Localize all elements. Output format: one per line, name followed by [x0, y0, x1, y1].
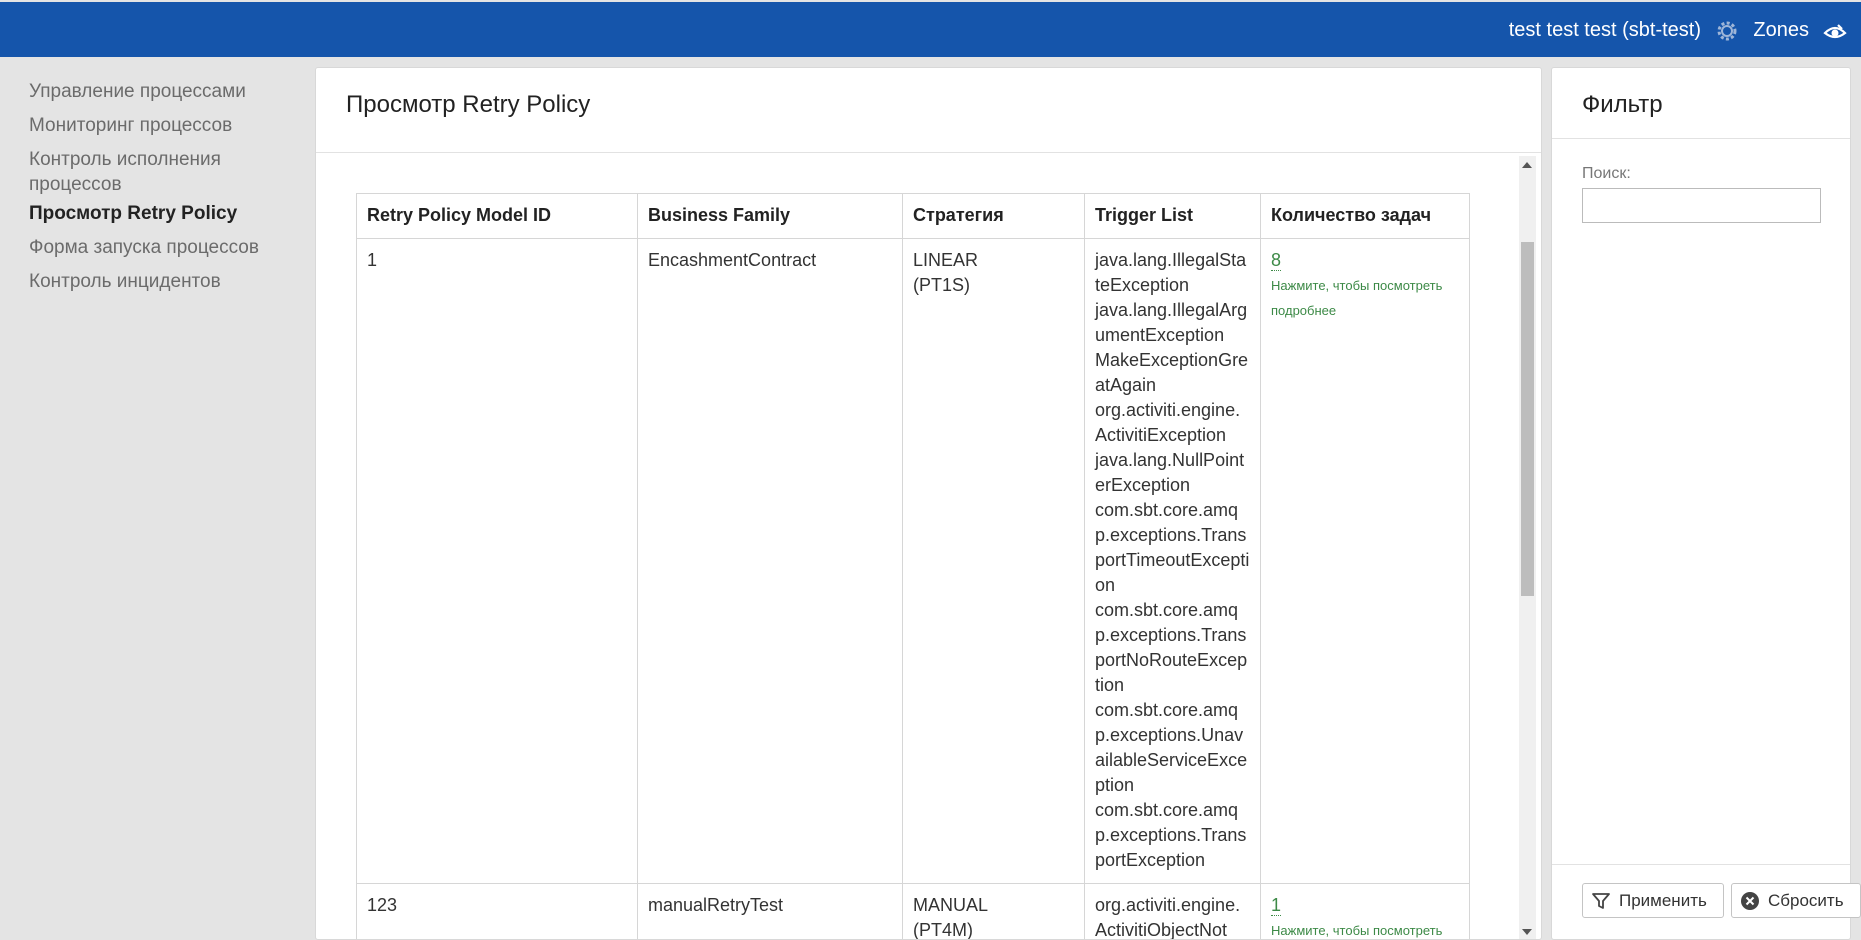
sidebar-item-retry-policy[interactable]: Просмотр Retry Policy: [29, 201, 299, 226]
gear-icon[interactable]: [1716, 20, 1738, 42]
trigger-item: com.sbt.core.amqp.exceptions.TransportTi…: [1095, 500, 1250, 595]
trigger-item: org.activiti.engine.ActivitiException: [1095, 400, 1241, 445]
page-title: Просмотр Retry Policy: [346, 91, 591, 118]
strategy-param: (PT4M): [913, 920, 973, 940]
trigger-item: com.sbt.core.amqp.exceptions.TransportNo…: [1095, 600, 1248, 695]
column-header-id[interactable]: Retry Policy Model ID: [356, 193, 638, 239]
main-panel: Просмотр Retry Policy Retry Policy Model…: [315, 67, 1542, 940]
task-count-link[interactable]: 1: [1271, 895, 1282, 916]
reset-button[interactable]: Сбросить: [1731, 883, 1861, 918]
cell-task-count: 1 Нажмите, чтобы посмотреть подробнее: [1260, 883, 1470, 939]
strategy-name: MANUAL: [913, 895, 989, 915]
retry-policy-table-container: Retry Policy Model ID Business Family Ст…: [356, 193, 1470, 940]
trigger-item: java.lang.IllegalStateException: [1095, 250, 1247, 295]
cell-trigger-list: org.activiti.engine.ActivitiObjectNot: [1084, 883, 1261, 940]
cell-trigger-list: java.lang.IllegalStateException java.lan…: [1084, 238, 1261, 884]
apply-button[interactable]: Применить: [1582, 883, 1724, 918]
filter-divider: [1552, 138, 1850, 139]
search-label: Поиск:: [1582, 165, 1631, 182]
cell-task-count: 8 Нажмите, чтобы посмотреть подробнее: [1260, 238, 1470, 884]
trigger-item: org.activiti.engine.ActivitiObjectNot: [1095, 895, 1241, 940]
trigger-item: java.lang.IllegalArgumentException: [1095, 300, 1248, 345]
column-header-business-family[interactable]: Business Family: [637, 193, 903, 239]
cell-strategy: MANUAL (PT4M): [902, 883, 1085, 940]
sidebar-item-process-management[interactable]: Управление процессами: [29, 79, 299, 104]
title-divider: [316, 152, 1541, 153]
column-header-strategy[interactable]: Стратегия: [902, 193, 1085, 239]
table-row: 1 EncashmentContract LINEAR (PT1S) java.…: [356, 238, 1470, 884]
eye-icon[interactable]: [1823, 22, 1847, 42]
zones-link[interactable]: Zones: [1753, 18, 1809, 42]
column-header-trigger-list[interactable]: Trigger List: [1084, 193, 1261, 239]
sidebar-item-incident-control[interactable]: Контроль инцидентов: [29, 269, 299, 294]
sidebar-item-process-execution-control[interactable]: Контроль исполнения процессов: [29, 147, 259, 197]
column-header-task-count[interactable]: Количество задач: [1260, 193, 1470, 239]
filter-panel: Фильтр Поиск: Применить Сбросить: [1551, 67, 1861, 940]
reset-button-label: Сбросить: [1768, 890, 1844, 910]
cell-business-family: EncashmentContract: [637, 238, 903, 884]
apply-button-label: Применить: [1619, 890, 1707, 910]
sidebar: Управление процессами Мониторинг процесс…: [0, 57, 315, 940]
retry-policy-table: Retry Policy Model ID Business Family Ст…: [356, 193, 1470, 940]
cell-strategy: LINEAR (PT1S): [902, 238, 1085, 884]
table-header-row: Retry Policy Model ID Business Family Ст…: [356, 193, 1470, 239]
table-row: 123 manualRetryTest MANUAL (PT4M) org.ac…: [356, 883, 1470, 940]
cell-id: 123: [356, 883, 638, 939]
filter-icon: [1592, 892, 1610, 909]
scroll-down-arrow-icon[interactable]: [1522, 929, 1532, 935]
scrollbar-thumb[interactable]: [1521, 242, 1534, 596]
sidebar-item-process-monitoring[interactable]: Мониторинг процессов: [29, 113, 299, 138]
cell-business-family: manualRetryTest: [637, 883, 903, 939]
trigger-item: MakeExceptionGreatAgain: [1095, 350, 1249, 395]
trigger-item: java.lang.NullPointerException: [1095, 450, 1245, 495]
scroll-up-arrow-icon[interactable]: [1522, 162, 1532, 168]
task-count-hint[interactable]: Нажмите, чтобы посмотреть подробнее: [1271, 273, 1459, 323]
close-circle-icon: [1741, 891, 1759, 910]
filter-footer-divider: [1552, 864, 1850, 865]
user-name[interactable]: test test test (sbt-test): [1509, 18, 1701, 42]
strategy-param: (PT1S): [913, 275, 971, 295]
sidebar-item-process-launch-form[interactable]: Форма запуска процессов: [29, 235, 299, 260]
task-count-hint[interactable]: Нажмите, чтобы посмотреть подробнее: [1271, 918, 1459, 939]
trigger-item: com.sbt.core.amqp.exceptions.Unavailable…: [1095, 700, 1248, 795]
filter-title: Фильтр: [1582, 91, 1663, 118]
strategy-name: LINEAR: [913, 250, 979, 270]
vertical-scrollbar[interactable]: [1519, 156, 1536, 939]
search-input[interactable]: [1582, 188, 1821, 223]
trigger-item: com.sbt.core.amqp.exceptions.TransportEx…: [1095, 800, 1247, 870]
task-count-link[interactable]: 8: [1271, 250, 1282, 271]
cell-id: 1: [356, 238, 638, 884]
top-bar: test test test (sbt-test) Zones: [0, 2, 1861, 57]
